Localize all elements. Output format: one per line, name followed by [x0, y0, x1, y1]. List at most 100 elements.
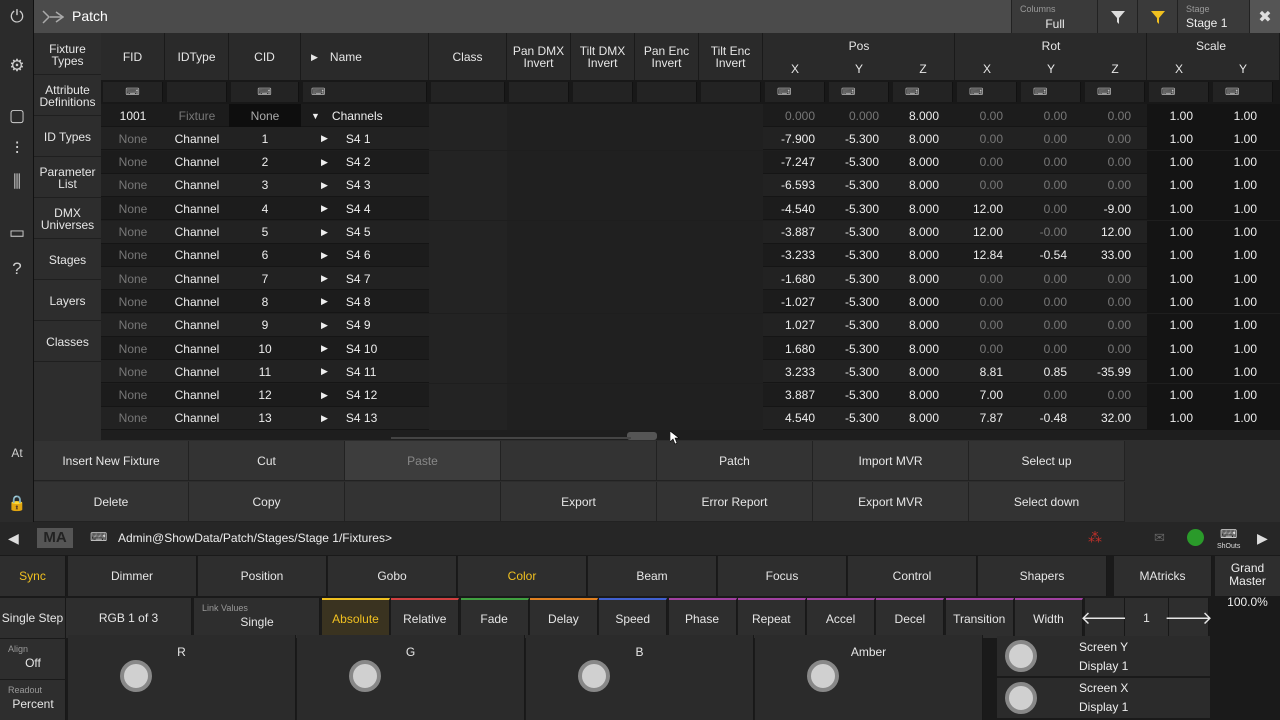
cell-rot-y[interactable]: 0.00 — [1019, 127, 1071, 150]
cell-name[interactable]: ▶ S4 5 — [301, 221, 429, 244]
cell-cid[interactable]: 8 — [229, 290, 301, 313]
filter-field[interactable] — [509, 82, 569, 102]
cell-rot-x[interactable]: 7.00 — [955, 384, 1007, 407]
cell-pos-x[interactable]: -4.540 — [763, 197, 819, 220]
cell-rot-x[interactable]: 12.00 — [955, 197, 1007, 220]
table-cell[interactable] — [429, 173, 507, 197]
cell-scale-y[interactable]: 1.00 — [1211, 360, 1261, 383]
mode-absolute[interactable]: Absolute — [322, 598, 390, 638]
cell-pos-y[interactable]: -5.300 — [827, 384, 883, 407]
cell-rot-x[interactable]: 0.00 — [955, 104, 1007, 127]
cell-fid[interactable]: None — [101, 197, 165, 220]
mode-decel[interactable]: Decel — [876, 598, 945, 638]
keyboard-icon[interactable]: ⌨ — [1021, 82, 1081, 102]
cell-pos-z[interactable]: 8.000 — [891, 197, 943, 220]
import-mvr-button[interactable]: Import MVR — [813, 441, 969, 481]
screen-y-encoder[interactable]: Screen Y Display 1 — [997, 636, 1210, 676]
cell-rot-z[interactable]: 0.00 — [1083, 151, 1135, 174]
cell-scale-x[interactable]: 1.00 — [1147, 197, 1197, 220]
encoder-knob[interactable] — [807, 660, 839, 692]
cell-name[interactable]: ▶ S4 1 — [301, 127, 429, 150]
preset-type-focus[interactable]: Focus — [718, 556, 847, 596]
globe-icon[interactable] — [1187, 529, 1204, 546]
cell-scale-y[interactable]: 1.00 — [1211, 221, 1261, 244]
cell-rot-z[interactable]: 0.00 — [1083, 174, 1135, 197]
cell-pos-x[interactable]: -1.680 — [763, 267, 819, 290]
cell-pos-z[interactable]: 8.000 — [891, 244, 943, 267]
cell-pos-y[interactable]: -5.300 — [827, 151, 883, 174]
table-cell[interactable] — [507, 173, 763, 197]
table-row[interactable]: None Channel 2 ▶ S4 2 -7.247 -5.300 8.000 0.00 0.… — [101, 150, 1280, 174]
cell-fid[interactable]: None — [101, 360, 165, 383]
table-row[interactable]: None Channel 3 ▶ S4 3 -6.593 -5.300 8.000 0.00 0.… — [101, 173, 1280, 197]
filter-button[interactable] — [1097, 0, 1137, 33]
mode-phase[interactable]: Phase — [668, 598, 737, 638]
nav-dmx-universes[interactable]: DMX Universes — [34, 199, 101, 239]
table-cell[interactable] — [429, 150, 507, 174]
cell-pos-x[interactable]: 4.540 — [763, 407, 819, 430]
help-icon[interactable]: ? — [0, 254, 34, 284]
cell-idtype[interactable]: Channel — [165, 221, 229, 244]
mode-width[interactable]: Width — [1015, 598, 1083, 638]
nav-id-types[interactable]: ID Types — [34, 117, 101, 157]
cell-rot-x[interactable]: 0.00 — [955, 290, 1007, 313]
mode-speed[interactable]: Speed — [599, 598, 668, 638]
grand-master-value[interactable]: 100.0% — [1215, 592, 1280, 612]
col-scale-y[interactable]: Y — [1211, 58, 1275, 80]
cell-fid[interactable]: None — [101, 407, 165, 430]
cell-rot-y[interactable]: 0.00 — [1019, 290, 1071, 313]
cell-rot-y[interactable]: -0.54 — [1019, 244, 1071, 267]
cell-pos-x[interactable]: 1.027 — [763, 314, 819, 337]
preset-type-shapers[interactable]: Shapers — [978, 556, 1107, 596]
cell-name[interactable]: ▶ S4 2 — [301, 151, 429, 174]
encoder-b[interactable]: B — [526, 635, 754, 720]
cell-rot-x[interactable]: 12.00 — [955, 221, 1007, 244]
cell-rot-y[interactable]: 0.00 — [1019, 174, 1071, 197]
at-button[interactable]: At — [0, 438, 34, 468]
col-scale-x[interactable]: X — [1147, 58, 1211, 80]
cell-fid[interactable]: None — [101, 151, 165, 174]
col-class[interactable]: Class — [429, 33, 507, 80]
copy-button[interactable]: Copy — [189, 482, 345, 522]
cell-pos-x[interactable]: -7.247 — [763, 151, 819, 174]
cell-pos-y[interactable]: -5.300 — [827, 407, 883, 430]
col-pos-y[interactable]: Y — [827, 58, 891, 80]
cell-fid[interactable]: None — [101, 290, 165, 313]
keyboard-icon[interactable]: ⌨ — [1149, 82, 1209, 102]
keyboard-icon[interactable]: ⌨ — [1085, 82, 1145, 102]
cell-scale-y[interactable]: 1.00 — [1211, 290, 1261, 313]
error-report-button[interactable]: Error Report — [657, 482, 813, 522]
cell-cid[interactable]: 13 — [229, 407, 301, 430]
col-cid[interactable]: CID — [229, 33, 301, 80]
power-icon[interactable]: ⏻ — [0, 2, 34, 32]
encoder-amber[interactable]: Amber — [755, 635, 983, 720]
cell-scale-y[interactable]: 1.00 — [1211, 197, 1261, 220]
table-cell[interactable] — [429, 104, 507, 127]
cell-scale-y[interactable]: 1.00 — [1211, 337, 1261, 360]
window-icon[interactable]: ▢ — [0, 101, 34, 131]
keyboard-icon[interactable]: ⌨ — [765, 82, 825, 102]
cell-pos-z[interactable]: 8.000 — [891, 151, 943, 174]
cell-scale-x[interactable]: 1.00 — [1147, 407, 1197, 430]
cell-pos-z[interactable]: 8.000 — [891, 221, 943, 244]
cut-button[interactable]: Cut — [189, 441, 345, 481]
cell-cid[interactable]: 3 — [229, 174, 301, 197]
filter-field[interactable] — [167, 82, 227, 102]
col-rot-x[interactable]: X — [955, 58, 1019, 80]
cell-name[interactable]: ▶ S4 9 — [301, 314, 429, 337]
mail-icon[interactable]: ✉ — [1154, 530, 1165, 546]
mode-fade[interactable]: Fade — [460, 598, 529, 638]
cell-rot-z[interactable]: -9.00 — [1083, 197, 1135, 220]
keyboard-icon[interactable]: ⌨ — [1220, 527, 1237, 541]
cell-idtype[interactable]: Channel — [165, 290, 229, 313]
nav-classes[interactable]: Classes — [34, 322, 101, 362]
filter-active-button[interactable] — [1137, 0, 1177, 33]
keyboard-icon[interactable]: ⌨ — [893, 82, 953, 102]
cell-rot-z[interactable]: 0.00 — [1083, 337, 1135, 360]
cell-pos-x[interactable]: 0.000 — [763, 104, 819, 127]
cell-pos-y[interactable]: -5.300 — [827, 360, 883, 383]
keyboard-icon[interactable]: ⌨ — [829, 82, 889, 102]
nav-attribute-definitions[interactable]: Attribute Definitions — [34, 76, 101, 116]
table-cell[interactable] — [507, 383, 763, 407]
cell-idtype[interactable]: Channel — [165, 174, 229, 197]
